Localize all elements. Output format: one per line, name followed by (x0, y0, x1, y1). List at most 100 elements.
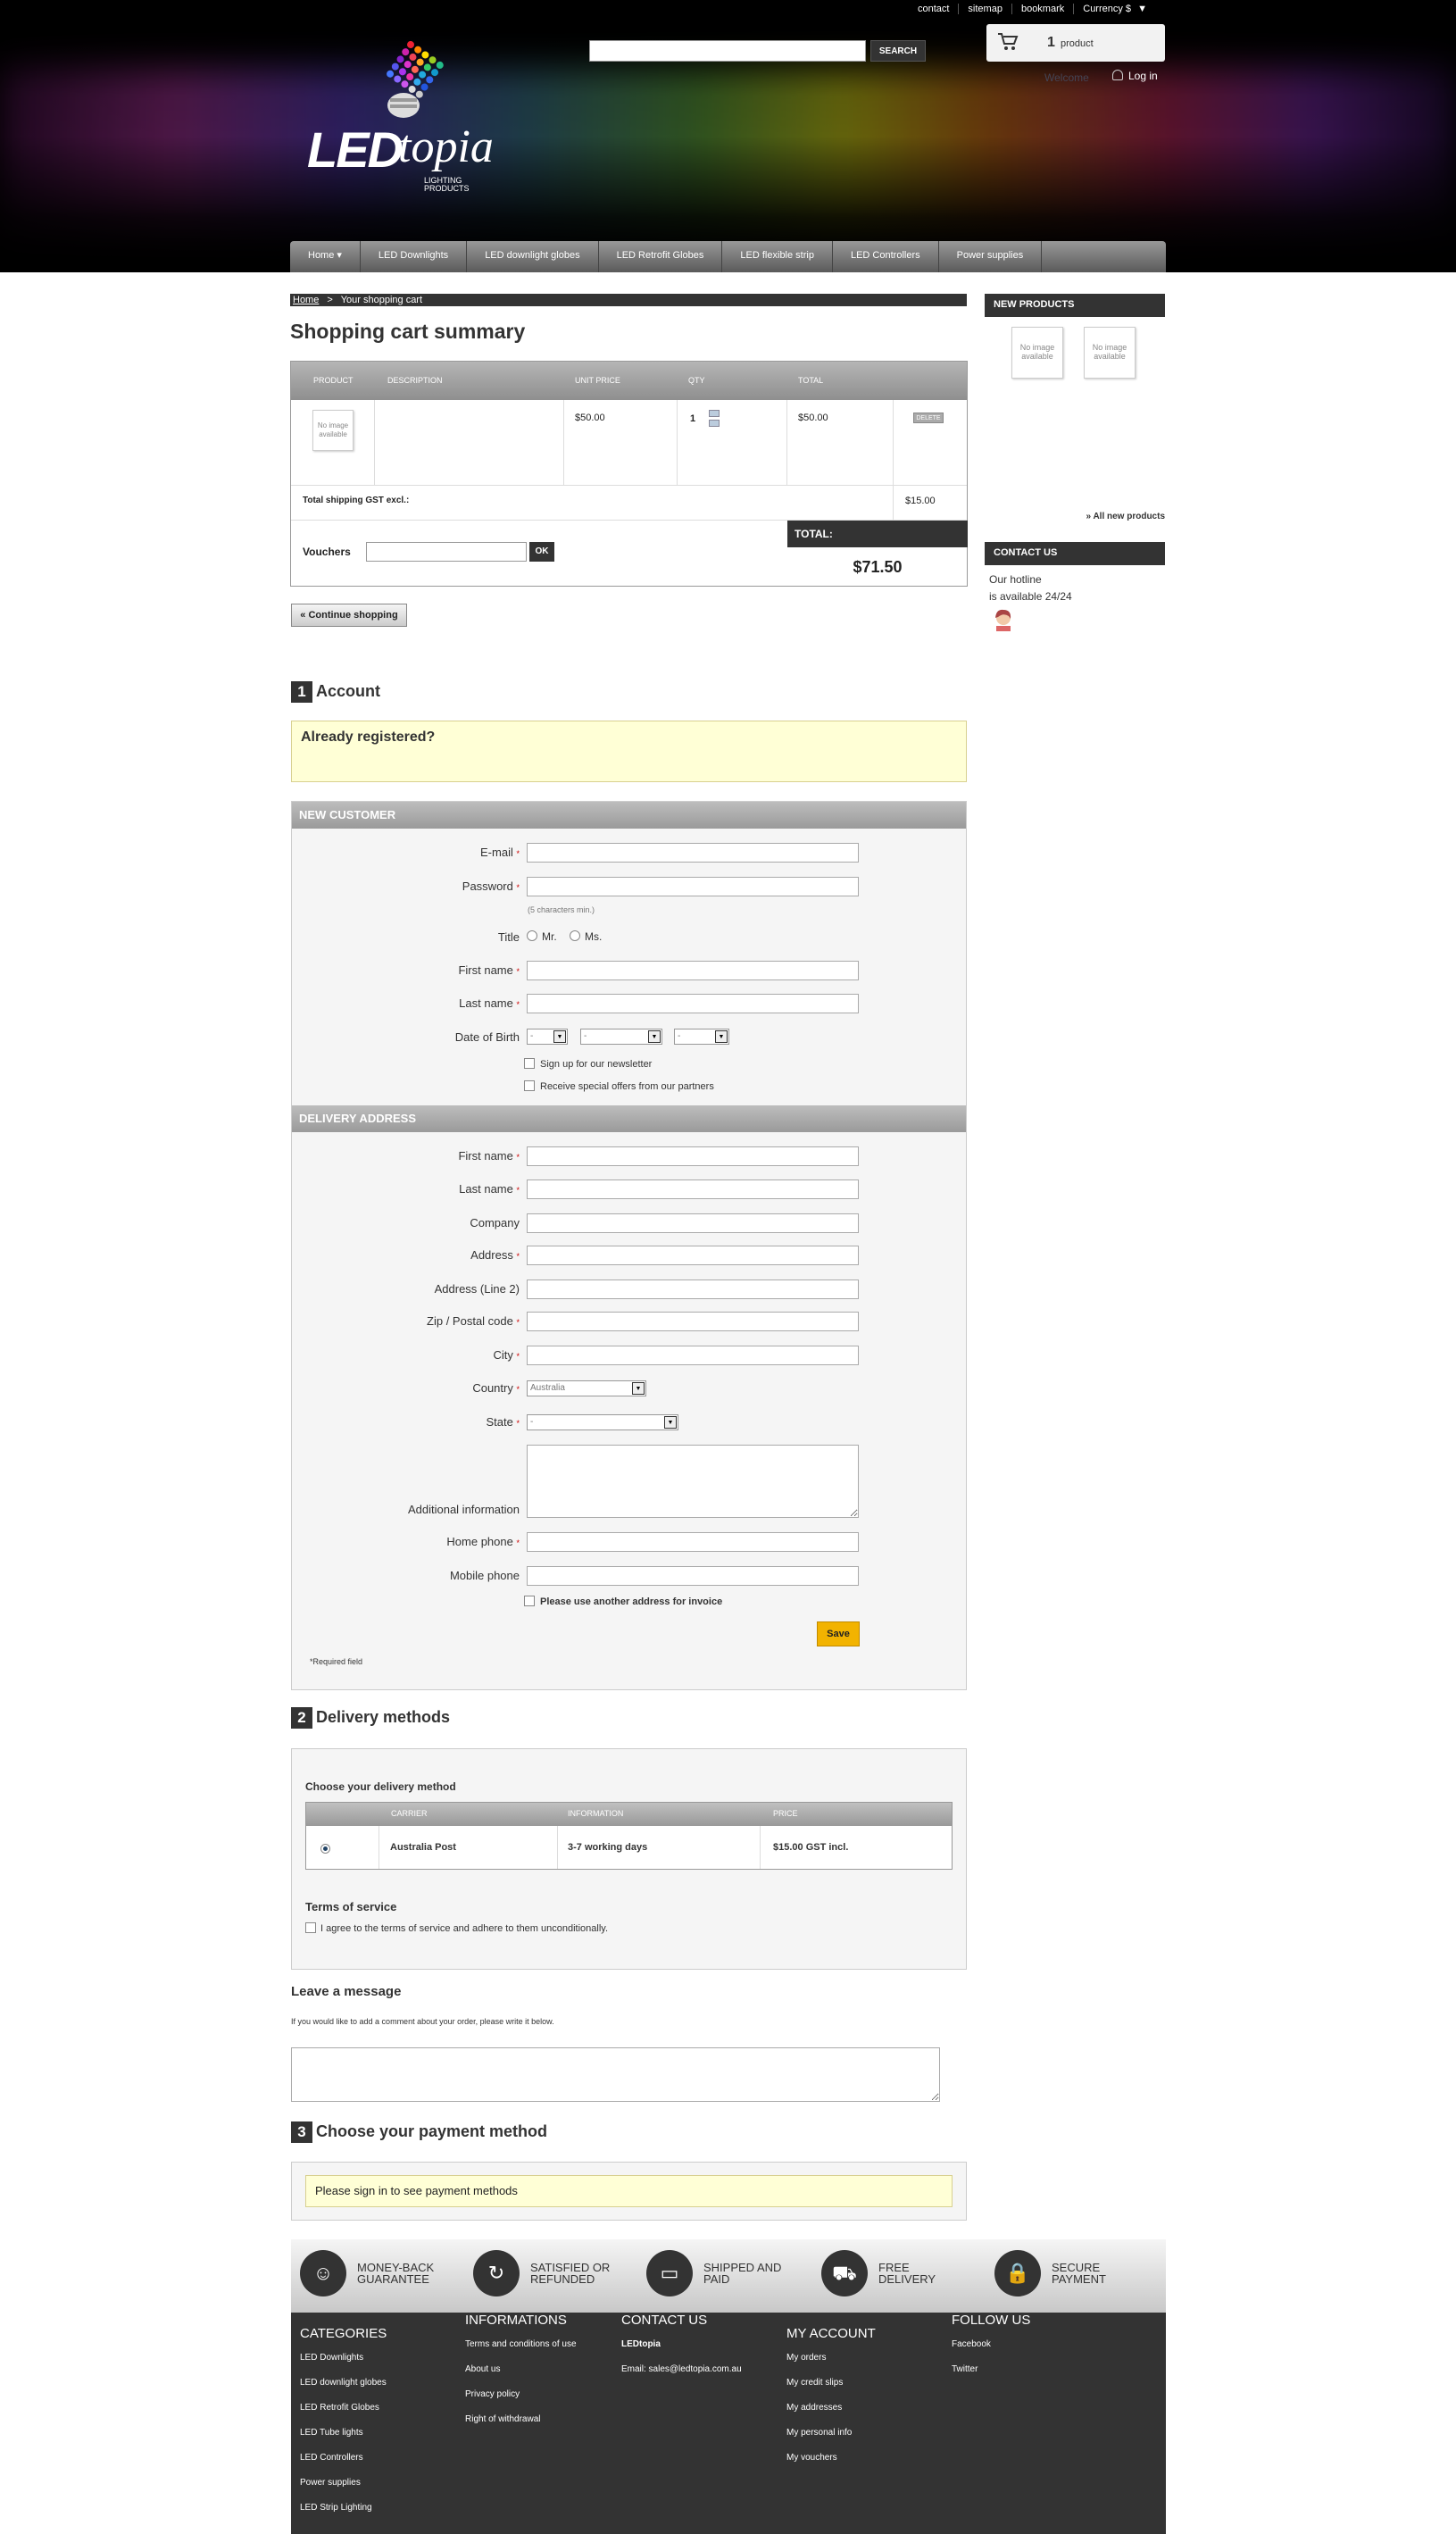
footer-link[interactable]: LED Strip Lighting (300, 2503, 372, 2513)
nav-led-downlight-globes[interactable]: LED downlight globes (467, 241, 599, 272)
footer-link[interactable]: Terms and conditions of use (465, 2339, 577, 2349)
footer-link[interactable]: My credit slips (786, 2378, 843, 2388)
footer-link[interactable]: LED Retrofit Globes (300, 2403, 379, 2413)
footer-link[interactable]: LED Tube lights (300, 2428, 363, 2438)
footer-link[interactable]: My orders (786, 2353, 826, 2363)
card-icon: ▭ (646, 2250, 693, 2296)
smile-icon: ☺ (300, 2250, 346, 2296)
address-field[interactable] (527, 1246, 859, 1265)
footer-link[interactable]: Privacy policy (465, 2389, 520, 2399)
sitemap-link[interactable]: sitemap (958, 4, 1011, 14)
invoice-address-checkbox[interactable] (524, 1596, 535, 1606)
login-link[interactable]: Log in (1112, 70, 1158, 82)
already-registered-heading[interactable]: Already registered? (301, 729, 435, 746)
search-input[interactable] (589, 40, 866, 62)
order-message-textarea[interactable] (291, 2047, 940, 2102)
zip-field[interactable] (527, 1312, 859, 1331)
additional-info-textarea[interactable] (527, 1445, 859, 1518)
save-button[interactable]: Save (817, 1621, 860, 1646)
footer-link[interactable]: About us (465, 2364, 500, 2374)
cart-block[interactable]: 1 product (986, 24, 1165, 62)
city-label: City * (493, 1348, 520, 1362)
currency-selector[interactable]: Currency $ ▼ (1073, 4, 1156, 14)
footer-contact-title: CONTACT US (621, 2313, 708, 2328)
reassure-item: 🔒 SECURE PAYMENT (994, 2250, 1132, 2296)
breadcrumb-home[interactable]: Home (293, 295, 319, 305)
nav-home[interactable]: Home ▾ (290, 241, 361, 272)
footer-link[interactable]: Right of withdrawal (465, 2414, 540, 2424)
address2-field[interactable] (527, 1280, 859, 1299)
cart-label: product (1061, 38, 1094, 49)
contact-link[interactable]: contact (909, 4, 958, 14)
ms-radio[interactable] (570, 930, 580, 941)
total-value: $71.50 (853, 558, 903, 576)
nav-led-downlights[interactable]: LED Downlights (361, 241, 468, 272)
newsletter-checkbox[interactable] (524, 1058, 535, 1069)
state-select[interactable]: - ▼ (527, 1414, 678, 1430)
chevron-down-icon: ▼ (664, 1416, 677, 1429)
email-field[interactable] (527, 843, 859, 863)
carrier-radio[interactable] (320, 1844, 330, 1854)
ms-label: Ms. (585, 930, 603, 943)
product-thumbnail[interactable]: No image available (312, 410, 354, 451)
required-mark: * (516, 1352, 520, 1361)
reassure-item: ↻ SATISFIED OR REFUNDED (473, 2250, 611, 2296)
delivery-lastname-field[interactable] (527, 1179, 859, 1199)
footer-link[interactable]: My vouchers (786, 2453, 837, 2463)
home-phone-field[interactable] (527, 1532, 859, 1552)
voucher-ok-button[interactable]: OK (529, 542, 554, 562)
qty-up-button[interactable] (709, 410, 720, 417)
twitter-link[interactable]: Twitter (952, 2364, 978, 2374)
footer-link[interactable]: LED Downlights (300, 2353, 363, 2363)
divider (786, 400, 787, 485)
divider (374, 400, 375, 485)
city-field[interactable] (527, 1346, 859, 1365)
reassure-item: ☺ MONEY-BACK GUARANTEE (300, 2250, 437, 2296)
contact-us-header[interactable]: CONTACT US (985, 542, 1165, 565)
customer-lastname-field[interactable] (527, 994, 859, 1013)
terms-label[interactable]: I agree to the terms of service and adhe… (320, 1923, 608, 1934)
nav-led-flexible-strip[interactable]: LED flexible strip (722, 241, 833, 272)
facebook-link[interactable]: Facebook (952, 2339, 991, 2349)
col-carrier: CARRIER (391, 1809, 428, 1818)
qty-down-button[interactable] (709, 420, 720, 427)
footer-link[interactable]: Power supplies (300, 2478, 361, 2488)
state-value: - (530, 1417, 534, 1427)
company-field[interactable] (527, 1213, 859, 1233)
footer-email[interactable]: Email: sales@ledtopia.com.au (621, 2364, 742, 2374)
footer-link[interactable]: LED downlight globes (300, 2378, 387, 2388)
mr-radio[interactable] (527, 930, 537, 941)
bookmark-link[interactable]: bookmark (1011, 4, 1073, 14)
nav-led-retrofit-globes[interactable]: LED Retrofit Globes (599, 241, 723, 272)
nav-led-controllers[interactable]: LED Controllers (833, 241, 939, 272)
footer-link[interactable]: My personal info (786, 2428, 852, 2438)
offers-checkbox[interactable] (524, 1080, 535, 1091)
delivery-firstname-field[interactable] (527, 1146, 859, 1166)
continue-shopping-button[interactable]: « Continue shopping (291, 604, 407, 627)
password-field[interactable] (527, 877, 859, 896)
footer-link[interactable]: My addresses (786, 2403, 842, 2413)
delete-button[interactable]: DELETE (913, 413, 944, 423)
new-product-thumbnail[interactable]: No image available (1084, 327, 1136, 379)
login-label: Log in (1128, 70, 1158, 82)
customer-firstname-field[interactable] (527, 961, 859, 980)
footer-link[interactable]: LED Controllers (300, 2453, 363, 2463)
terms-checkbox[interactable] (305, 1922, 316, 1933)
email-label-text: E-mail (480, 846, 513, 859)
nav-power-supplies[interactable]: Power supplies (939, 241, 1043, 272)
voucher-input[interactable] (366, 542, 527, 562)
ledtopia-logo[interactable]: LED topia LIGHTING PRODUCTS (304, 27, 509, 196)
new-product-thumbnail[interactable]: No image available (1011, 327, 1063, 379)
mobile-phone-field[interactable] (527, 1566, 859, 1586)
cart-summary-table: PRODUCT DESCRIPTION UNIT PRICE QTY TOTAL… (290, 361, 968, 587)
dob-year-select[interactable]: - ▼ (674, 1029, 729, 1045)
country-select[interactable]: Australia ▼ (527, 1380, 646, 1396)
dob-day-select[interactable]: - ▼ (527, 1029, 568, 1045)
all-new-products-link[interactable]: » All new products (1086, 512, 1165, 521)
dob-month-select[interactable]: - ▼ (580, 1029, 662, 1045)
breadcrumb-current: Your shopping cart (340, 295, 423, 305)
new-products-header[interactable]: NEW PRODUCTS (985, 294, 1165, 317)
search-button[interactable]: SEARCH (870, 40, 926, 62)
reassure-text: SHIPPED AND PAID (703, 2261, 782, 2286)
dob-label: Date of Birth (454, 1030, 520, 1044)
